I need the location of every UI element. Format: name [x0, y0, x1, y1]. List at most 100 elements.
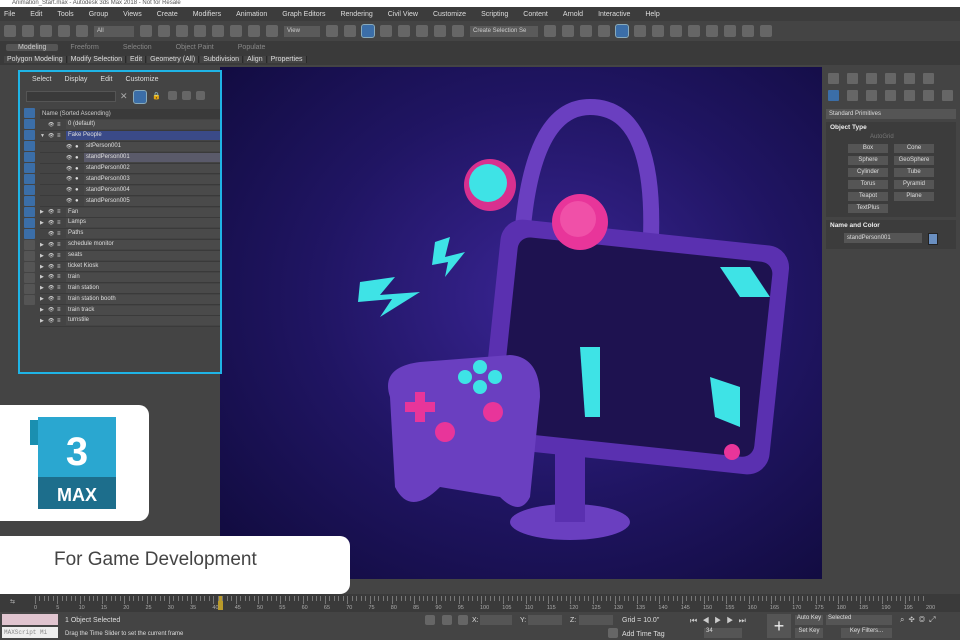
- viewport-nav-controls[interactable]: ⌕✥◎⤢: [900, 615, 940, 625]
- menu-content[interactable]: Content: [523, 11, 548, 18]
- primitive-button-sphere[interactable]: Sphere: [848, 156, 888, 165]
- primitive-button-cone[interactable]: Cone: [894, 144, 934, 153]
- time-tag-icon[interactable]: [608, 628, 618, 638]
- ribbon-tab-object-paint[interactable]: Object Paint: [164, 44, 226, 51]
- containers-filter-icon[interactable]: [24, 207, 35, 217]
- primitive-button-pyramid[interactable]: Pyramid: [894, 180, 934, 189]
- motion-tab-icon[interactable]: [885, 73, 896, 84]
- explorer-row[interactable]: ▶ 👁 ≡ turnstile: [40, 316, 220, 327]
- playback-controls[interactable]: ⏮◀▶▶⏭: [690, 616, 751, 626]
- explorer-row[interactable]: ▶ 👁 ≡ Lamps: [40, 218, 220, 229]
- lights-filter-icon[interactable]: [24, 130, 35, 140]
- groups-filter-icon[interactable]: [24, 174, 35, 184]
- name-color-heading[interactable]: Name and Color: [826, 222, 956, 229]
- expand-arrow-icon[interactable]: ▶: [40, 318, 48, 324]
- spacewarps-filter-icon[interactable]: [24, 163, 35, 173]
- selection-filter-dropdown[interactable]: All: [94, 25, 134, 37]
- menu-group[interactable]: Group: [89, 11, 108, 18]
- primitive-button-teapot[interactable]: Teapot: [848, 192, 888, 201]
- primitive-button-tube[interactable]: Tube: [894, 168, 934, 177]
- row-label[interactable]: Fake People: [66, 131, 220, 141]
- bind-spacewarp-icon[interactable]: [76, 25, 88, 37]
- rotate-icon[interactable]: [230, 25, 242, 37]
- render-production-icon[interactable]: [724, 25, 736, 37]
- row-label[interactable]: train station: [66, 283, 220, 293]
- add-time-tag[interactable]: Add Time Tag: [622, 631, 665, 638]
- time-slider[interactable]: ⇆ 0 5 10 15 20 25 30 35 40 45 50 55 60 65 70 75 80 85 90 95…: [0, 594, 960, 612]
- explorer-row[interactable]: ▶ 👁 ≡ train track: [40, 305, 220, 317]
- menu-interactive[interactable]: Interactive: [598, 11, 630, 18]
- funnel-icon[interactable]: [24, 284, 35, 294]
- explorer-row[interactable]: ▶ 👁 ≡ Fan: [40, 207, 220, 219]
- row-label[interactable]: schedule monitor: [66, 240, 220, 250]
- explorer-row[interactable]: ▶ 👁 ≡ schedule monitor: [40, 240, 220, 251]
- visibility-eye-icon[interactable]: 👁: [66, 166, 75, 172]
- set-key-button[interactable]: Set Key: [795, 628, 823, 638]
- visibility-eye-icon[interactable]: 👁: [48, 318, 57, 324]
- viewport[interactable]: [220, 67, 822, 579]
- menu-help[interactable]: Help: [645, 11, 659, 18]
- spacewarps-icon[interactable]: [923, 90, 934, 101]
- scene-explorer-icon[interactable]: [580, 25, 592, 37]
- window-crossing-icon[interactable]: [194, 25, 206, 37]
- xrefs-filter-icon[interactable]: [24, 185, 35, 195]
- explorer-menu-display[interactable]: Display: [64, 76, 87, 86]
- row-label[interactable]: sitPerson001: [84, 142, 220, 152]
- menu-modifiers[interactable]: Modifiers: [193, 11, 221, 18]
- explorer-menu-edit[interactable]: Edit: [100, 76, 112, 86]
- primitive-button-box[interactable]: Box: [848, 144, 888, 153]
- arnold-icon[interactable]: [760, 25, 772, 37]
- menu-civil-view[interactable]: Civil View: [388, 11, 418, 18]
- visibility-eye-icon[interactable]: 👁: [66, 187, 75, 193]
- ribbon-tab-freeform[interactable]: Freeform: [58, 44, 110, 51]
- link-icon[interactable]: [40, 25, 52, 37]
- ribbon-panel-edit[interactable]: Edit: [127, 55, 147, 63]
- explorer-row[interactable]: ▶ 👁 ≡ train: [40, 272, 220, 284]
- menu-views[interactable]: Views: [123, 11, 142, 18]
- row-label[interactable]: Fan: [66, 207, 220, 217]
- explorer-row[interactable]: 👁 ● sitPerson001: [40, 142, 220, 153]
- hierarchy-tab-icon[interactable]: [866, 73, 877, 84]
- curve-editor-icon[interactable]: [634, 25, 646, 37]
- menu-animation[interactable]: Animation: [236, 11, 267, 18]
- redo-icon[interactable]: [22, 25, 34, 37]
- placement-icon[interactable]: [266, 25, 278, 37]
- primitive-button-textplus[interactable]: TextPlus: [848, 204, 888, 213]
- select-manipulate-icon[interactable]: [344, 25, 356, 37]
- named-selection-dropdown[interactable]: Create Selection Se: [470, 25, 538, 37]
- row-label[interactable]: train track: [66, 305, 220, 315]
- bones-filter-icon[interactable]: [24, 196, 35, 206]
- explorer-row[interactable]: 👁 ● standPerson002: [40, 164, 220, 175]
- explorer-search-input[interactable]: [26, 91, 116, 102]
- row-label[interactable]: standPerson003: [84, 174, 220, 184]
- visibility-eye-icon[interactable]: 👁: [48, 307, 57, 313]
- new-layer-icon[interactable]: [168, 91, 177, 100]
- visibility-eye-icon[interactable]: 👁: [48, 209, 57, 215]
- explorer-row[interactable]: 👁 ● standPerson004: [40, 185, 220, 197]
- container-icon[interactable]: [24, 295, 35, 305]
- rect-selection-icon[interactable]: [176, 25, 188, 37]
- visibility-eye-icon[interactable]: 👁: [66, 176, 75, 182]
- shapes-icon[interactable]: [847, 90, 858, 101]
- explorer-row[interactable]: 👁 ● standPerson005: [40, 196, 220, 208]
- column-header-name[interactable]: Name (Sorted Ascending): [40, 109, 220, 119]
- primitive-button-geosphere[interactable]: GeoSphere: [894, 156, 934, 165]
- layer-explorer-icon[interactable]: [598, 25, 610, 37]
- explorer-row[interactable]: 👁 ≡ Paths: [40, 229, 220, 240]
- expand-arrow-icon[interactable]: ▶: [40, 209, 48, 215]
- ref-coord-dropdown[interactable]: View: [284, 25, 320, 37]
- ribbon-tab-populate[interactable]: Populate: [226, 44, 278, 51]
- ribbon-panel-polygon-modeling[interactable]: Polygon Modeling: [4, 55, 67, 63]
- time-slider-toggle-icon[interactable]: ⇆: [10, 598, 15, 605]
- row-label[interactable]: standPerson002: [84, 164, 220, 173]
- auto-key-button[interactable]: Auto Key: [795, 615, 823, 625]
- hierarchy-icon[interactable]: [196, 91, 205, 100]
- visibility-eye-icon[interactable]: 👁: [66, 155, 75, 161]
- row-label[interactable]: train: [66, 272, 220, 282]
- visibility-eye-icon[interactable]: 👁: [48, 220, 57, 226]
- expand-arrow-icon[interactable]: ▶: [40, 274, 48, 280]
- row-label[interactable]: ticket Kiosk: [66, 262, 220, 272]
- helpers-icon[interactable]: [904, 90, 915, 101]
- scale-icon[interactable]: [248, 25, 260, 37]
- menu-edit[interactable]: Edit: [30, 11, 42, 18]
